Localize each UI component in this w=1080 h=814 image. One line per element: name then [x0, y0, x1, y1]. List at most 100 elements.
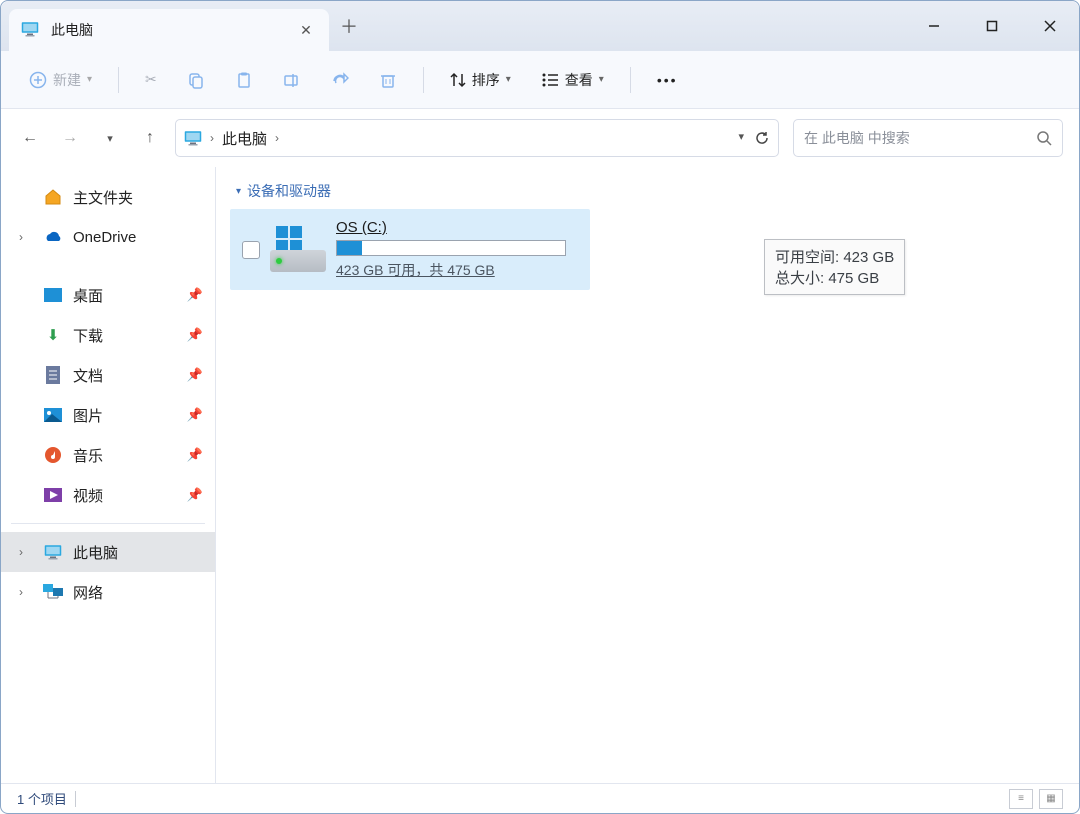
music-icon	[43, 445, 63, 465]
cloud-icon	[43, 227, 63, 247]
sidebar-item-home[interactable]: 主文件夹	[1, 177, 215, 217]
rename-button[interactable]	[273, 62, 311, 98]
separator	[11, 523, 205, 524]
view-button[interactable]: 查看 ▾	[531, 62, 614, 98]
chevron-down-icon: ▾	[236, 186, 241, 197]
nav-buttons: ← → ▾ ↑	[19, 129, 161, 147]
close-window-button[interactable]	[1021, 1, 1079, 51]
chevron-right-icon[interactable]: ›	[19, 545, 33, 559]
copy-icon	[187, 71, 205, 89]
chevron-right-icon[interactable]: ›	[19, 230, 33, 244]
delete-button[interactable]	[369, 62, 407, 98]
scissors-icon: ✂	[145, 71, 157, 88]
network-icon	[43, 582, 63, 602]
sidebar-label: 图片	[73, 405, 103, 426]
pin-icon: 📌	[187, 407, 203, 423]
sidebar: 主文件夹 › OneDrive 桌面 📌 ⬇ 下载 📌 文档 📌	[1, 167, 216, 783]
rename-icon	[283, 71, 301, 89]
paste-button[interactable]	[225, 62, 263, 98]
cut-button[interactable]: ✂	[135, 62, 167, 98]
address-row: ← → ▾ ↑ › 此电脑 › ▾ 在 此电脑 中搜索	[1, 109, 1079, 167]
view-mode-buttons: ≡ ▦	[1009, 789, 1063, 809]
sidebar-item-onedrive[interactable]: › OneDrive	[1, 217, 215, 257]
monitor-icon	[184, 130, 202, 146]
group-header-label: 设备和驱动器	[247, 181, 331, 201]
home-icon	[43, 187, 63, 207]
group-header-devices[interactable]: ▾ 设备和驱动器	[236, 181, 1065, 201]
more-button[interactable]: •••	[647, 62, 688, 98]
sidebar-label: 此电脑	[73, 542, 118, 563]
sidebar-item-music[interactable]: 音乐 📌	[1, 435, 215, 475]
share-icon	[331, 71, 349, 89]
trash-icon	[379, 71, 397, 89]
copy-button[interactable]	[177, 62, 215, 98]
drive-os-c[interactable]: OS (C:) 423 GB 可用，共 475 GB	[230, 209, 590, 290]
sort-button[interactable]: 排序 ▾	[440, 62, 521, 98]
pin-icon: 📌	[187, 447, 203, 463]
status-bar: 1 个项目 ≡ ▦	[1, 783, 1079, 813]
sidebar-label: 音乐	[73, 445, 103, 466]
search-icon	[1036, 130, 1052, 146]
new-button[interactable]: 新建 ▾	[19, 62, 102, 98]
chevron-right-icon[interactable]: ›	[19, 585, 33, 599]
new-tab-button[interactable]: ＋	[329, 13, 369, 39]
sidebar-item-desktop[interactable]: 桌面 📌	[1, 275, 215, 315]
tooltip-line-total: 总大小: 475 GB	[775, 267, 894, 288]
sidebar-item-thispc[interactable]: › 此电脑	[1, 532, 215, 572]
close-tab-button[interactable]: ✕	[295, 22, 317, 39]
pin-icon: 📌	[187, 367, 203, 383]
new-label: 新建	[53, 70, 81, 90]
sidebar-item-network[interactable]: › 网络	[1, 572, 215, 612]
drive-subtext: 423 GB 可用，共 475 GB	[336, 260, 578, 280]
desktop-icon	[43, 285, 63, 305]
sidebar-label: 视频	[73, 485, 103, 506]
monitor-icon	[43, 542, 63, 562]
title-bar: 此电脑 ✕ ＋	[1, 1, 1079, 51]
pin-icon: 📌	[187, 327, 203, 343]
picture-icon	[43, 405, 63, 425]
chevron-right-icon: ›	[275, 131, 279, 145]
search-input[interactable]: 在 此电脑 中搜索	[793, 119, 1063, 157]
refresh-button[interactable]	[754, 130, 770, 146]
sort-label: 排序	[472, 70, 500, 90]
sidebar-item-downloads[interactable]: ⬇ 下载 📌	[1, 315, 215, 355]
body: 主文件夹 › OneDrive 桌面 📌 ⬇ 下载 📌 文档 📌	[1, 167, 1079, 783]
drive-tooltip: 可用空间: 423 GB 总大小: 475 GB	[764, 239, 905, 295]
drive-checkbox[interactable]	[242, 241, 260, 259]
search-placeholder: 在 此电脑 中搜索	[804, 128, 1036, 148]
separator	[630, 67, 631, 93]
video-icon	[43, 485, 63, 505]
breadcrumb-location[interactable]: 此电脑	[222, 128, 267, 149]
sidebar-label: OneDrive	[73, 229, 136, 246]
sidebar-label: 下载	[73, 325, 103, 346]
history-dropdown[interactable]: ▾	[99, 132, 121, 145]
tab-thispc[interactable]: 此电脑 ✕	[9, 9, 329, 51]
share-button[interactable]	[321, 62, 359, 98]
toolbar: 新建 ▾ ✂ 排序 ▾ 查看 ▾ •••	[1, 51, 1079, 109]
download-icon: ⬇	[43, 325, 63, 345]
address-dropdown[interactable]: ▾	[738, 130, 744, 146]
back-button[interactable]: ←	[19, 129, 41, 147]
sidebar-item-pictures[interactable]: 图片 📌	[1, 395, 215, 435]
sidebar-label: 文档	[73, 365, 103, 386]
hdd-icon	[270, 250, 326, 272]
view-icon	[541, 72, 559, 88]
details-view-button[interactable]: ≡	[1009, 789, 1033, 809]
maximize-button[interactable]	[963, 1, 1021, 51]
forward-button[interactable]: →	[59, 129, 81, 147]
minimize-button[interactable]	[905, 1, 963, 51]
sidebar-label: 网络	[73, 582, 103, 603]
address-bar[interactable]: › 此电脑 › ▾	[175, 119, 779, 157]
chevron-right-icon: ›	[210, 131, 214, 145]
pin-icon: 📌	[187, 487, 203, 503]
grid-view-button[interactable]: ▦	[1039, 789, 1063, 809]
up-button[interactable]: ↑	[139, 129, 161, 147]
tooltip-line-free: 可用空间: 423 GB	[775, 246, 894, 267]
chevron-down-icon: ▾	[506, 74, 511, 85]
sort-icon	[450, 72, 466, 88]
chevron-down-icon: ▾	[599, 74, 604, 85]
sidebar-label: 主文件夹	[73, 187, 133, 208]
sidebar-item-documents[interactable]: 文档 📌	[1, 355, 215, 395]
window-controls	[905, 1, 1079, 51]
sidebar-item-videos[interactable]: 视频 📌	[1, 475, 215, 515]
